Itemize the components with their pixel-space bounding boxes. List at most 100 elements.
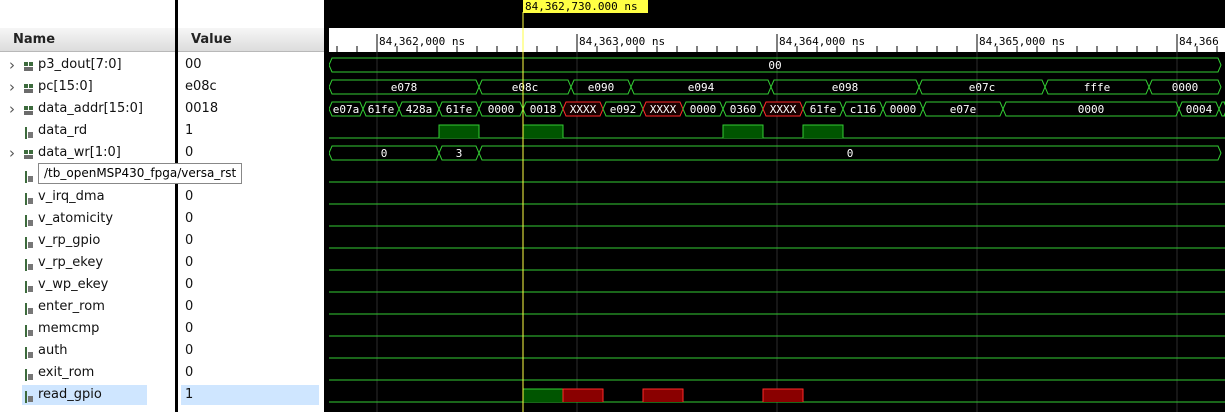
signal-row[interactable]: memcmp bbox=[0, 318, 175, 340]
signal-row[interactable]: exit_rom bbox=[0, 362, 175, 384]
bit-signal-icon bbox=[24, 213, 34, 227]
signal-name: data_rd bbox=[38, 123, 88, 138]
signal-value-row[interactable]: 0 bbox=[178, 340, 324, 362]
signal-value-row[interactable]: 00 bbox=[178, 54, 324, 76]
bus-value-label: e078 bbox=[391, 81, 418, 94]
bit-signal-icon bbox=[24, 367, 34, 381]
bit-signal-icon bbox=[24, 323, 34, 337]
signal-name: memcmp bbox=[38, 321, 100, 336]
signal-value: 00 bbox=[185, 57, 202, 72]
signal-row[interactable]: enter_rom bbox=[0, 296, 175, 318]
bus-value-label: e092 bbox=[610, 103, 637, 116]
signal-row[interactable]: v_rp_ekey bbox=[0, 252, 175, 274]
signal-wave[interactable]: e07a 61fe 428a 61fe 0000 0018 XXXX e092 XXXX 0000… bbox=[329, 101, 1225, 117]
bus-value-label: 0 bbox=[847, 147, 854, 160]
signal-value-row[interactable]: 0 bbox=[178, 318, 324, 340]
value-column-header[interactable]: Value bbox=[178, 28, 324, 52]
signal-row[interactable]: data_rd bbox=[0, 120, 175, 142]
signal-row[interactable]: v_wp_ekey bbox=[0, 274, 175, 296]
signal-row[interactable]: v_rp_gpio bbox=[0, 230, 175, 252]
signal-value-row[interactable]: 0018 bbox=[178, 98, 324, 120]
pulse-fill bbox=[523, 389, 563, 402]
bus-value-label: e098 bbox=[832, 81, 859, 94]
bus-value-label: 0000 bbox=[1172, 81, 1199, 94]
expand-chevron-icon[interactable]: › bbox=[9, 54, 15, 76]
bit-signal-icon bbox=[24, 279, 34, 293]
pulse-fill bbox=[803, 125, 843, 138]
signal-row[interactable]: v_irq_dma bbox=[0, 186, 175, 208]
signal-name: v_wp_ekey bbox=[38, 277, 109, 292]
bus-value-label: 0000 bbox=[890, 103, 917, 116]
signal-name: v_atomicity bbox=[38, 211, 114, 226]
signal-value-row[interactable]: 0 bbox=[178, 208, 324, 230]
bit-signal-icon bbox=[24, 389, 34, 403]
signal-value: 1 bbox=[185, 387, 194, 402]
signal-value-row[interactable]: 0 bbox=[178, 362, 324, 384]
signal-value-row[interactable]: 0 bbox=[178, 252, 324, 274]
bus-value-label: e08c bbox=[512, 81, 539, 94]
signal-value-row[interactable]: 0 bbox=[178, 186, 324, 208]
bus-value-label: 0018 bbox=[530, 103, 557, 116]
signal-name: exit_rom bbox=[38, 365, 95, 380]
bus-value-label: 00 bbox=[768, 59, 781, 72]
signal-row[interactable]: › data_wr[1:0] bbox=[0, 142, 175, 164]
signal-value-row[interactable]: 0 bbox=[178, 142, 324, 164]
signal-name: v_rp_gpio bbox=[38, 233, 101, 248]
signal-value: 0 bbox=[185, 299, 194, 314]
bus-value-label: 0000 bbox=[1078, 103, 1105, 116]
signal-value: 0 bbox=[185, 343, 194, 358]
signal-name: enter_rom bbox=[38, 299, 105, 314]
ruler-label: 84,365,000 ns bbox=[979, 35, 1065, 48]
signal-value-row[interactable]: 0 bbox=[178, 296, 324, 318]
signal-value: 0 bbox=[185, 277, 194, 292]
signal-value-row[interactable]: 1 bbox=[178, 384, 324, 406]
bus-value-label: e07a bbox=[333, 103, 360, 116]
bus-value-label: 0000 bbox=[690, 103, 717, 116]
signal-value-row[interactable]: 1 bbox=[178, 120, 324, 142]
name-column-header[interactable]: Name bbox=[0, 28, 175, 52]
bus-value-label: e090 bbox=[588, 81, 615, 94]
bus-signal-icon bbox=[24, 147, 34, 159]
pulse-fill bbox=[763, 389, 803, 402]
signal-row[interactable]: auth bbox=[0, 340, 175, 362]
signal-value: 0 bbox=[185, 233, 194, 248]
bus-signal-icon bbox=[24, 103, 34, 115]
signal-value: 0 bbox=[185, 145, 194, 160]
pulse-fill bbox=[439, 125, 479, 138]
signal-row[interactable]: › p3_dout[7:0] bbox=[0, 54, 175, 76]
signal-name: pc[15:0] bbox=[38, 79, 93, 94]
signal-row[interactable]: › pc[15:0] bbox=[0, 76, 175, 98]
signal-value: e08c bbox=[185, 79, 217, 94]
signal-value-row[interactable]: e08c bbox=[178, 76, 324, 98]
expand-chevron-icon[interactable]: › bbox=[9, 76, 15, 98]
signal-name: data_addr[15:0] bbox=[38, 101, 143, 116]
bus-value-label: 0004 bbox=[1186, 103, 1213, 116]
expand-chevron-icon[interactable]: › bbox=[9, 98, 15, 120]
ruler-label: 84,363,000 ns bbox=[579, 35, 665, 48]
tooltip: /tb_openMSP430_fpga/versa_rst bbox=[38, 163, 243, 184]
expand-chevron-icon[interactable]: › bbox=[9, 142, 15, 164]
signal-name: v_irq_dma bbox=[38, 189, 105, 204]
bit-signal-icon bbox=[24, 301, 34, 315]
pulse-fill bbox=[523, 125, 563, 138]
selection-highlight bbox=[181, 385, 319, 405]
bus-signal-icon bbox=[24, 59, 34, 71]
pulse-fill bbox=[723, 125, 763, 138]
bus-value-label: XXXX bbox=[570, 103, 597, 116]
signal-value: 0 bbox=[185, 365, 194, 380]
signal-value-row[interactable]: 0 bbox=[178, 274, 324, 296]
signal-value-row[interactable]: 0 bbox=[178, 230, 324, 252]
bit-signal-icon bbox=[24, 345, 34, 359]
ruler-label: 84,362,000 ns bbox=[379, 35, 465, 48]
signal-row[interactable]: › data_addr[15:0] bbox=[0, 98, 175, 120]
bus-value-label: 0000 bbox=[488, 103, 515, 116]
bit-signal-icon bbox=[24, 235, 34, 249]
signal-row[interactable]: read_gpio bbox=[0, 384, 175, 406]
signal-name: p3_dout[7:0] bbox=[38, 57, 122, 72]
waveform-viewer[interactable]: 84,362,000 ns 84,363,000 ns 84,364,000 ns 8… bbox=[329, 0, 1225, 412]
signal-value: 0 bbox=[185, 211, 194, 226]
signal-row[interactable]: v_atomicity bbox=[0, 208, 175, 230]
signal-value: 0018 bbox=[185, 101, 219, 116]
bus-value-label: fffe bbox=[1084, 81, 1111, 94]
bit-signal-icon bbox=[24, 125, 34, 139]
